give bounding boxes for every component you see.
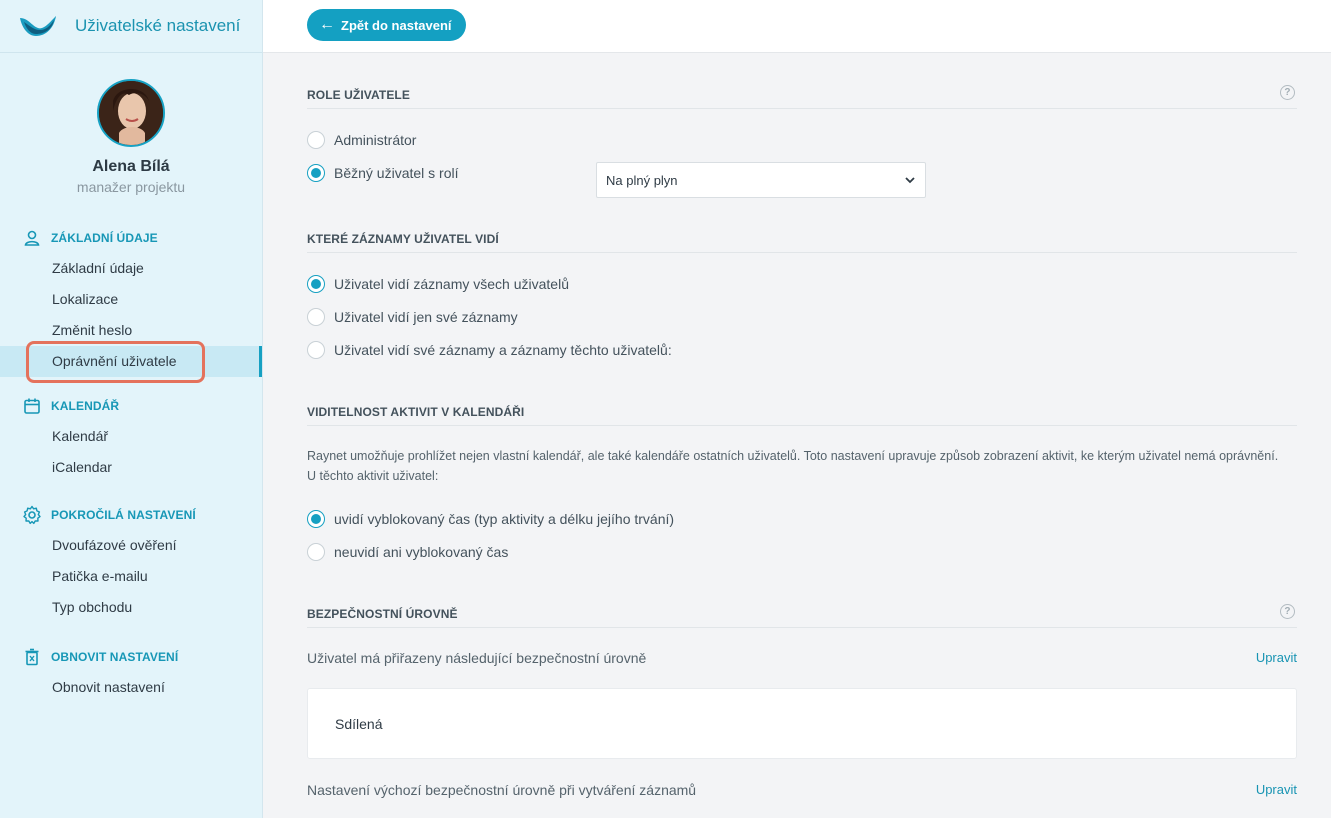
radio-button[interactable]	[307, 542, 325, 561]
sidebar-item-kalendar[interactable]: Kalendář	[0, 421, 262, 452]
sidebar-item-obnovit-nastaveni[interactable]: Obnovit nastavení	[0, 672, 262, 703]
nav-head-label: OBNOVIT NASTAVENÍ	[51, 650, 179, 664]
section-visibility: KTERÉ ZÁZNAMY UŽIVATEL VIDÍ	[307, 232, 1297, 253]
security-level-value: Sdílená	[335, 715, 383, 732]
security-title-text: BEZPEČNOSTNÍ ÚROVNĚ	[307, 607, 458, 621]
role-select[interactable]: Na plný plyn	[596, 162, 926, 198]
section-title-security: BEZPEČNOSTNÍ ÚROVNĚ ?	[307, 604, 1297, 628]
trash-icon	[22, 647, 42, 667]
avatar-image	[99, 81, 163, 145]
back-button-label: Zpět do nastavení	[341, 17, 452, 33]
user-profile: Alena Bílá manažer projektu	[0, 79, 262, 195]
section-roles: ROLE UŽIVATELE ?	[307, 85, 1297, 109]
nav-head-reset: OBNOVIT NASTAVENÍ	[0, 646, 262, 668]
calendar-icon	[22, 396, 42, 416]
role-select-value: Na plný plyn	[606, 172, 678, 188]
raynet-logo	[20, 16, 56, 36]
visibility-option-own[interactable]: Uživatel vidí jen své záznamy	[307, 300, 672, 333]
radio-label: Uživatel vidí jen své záznamy	[334, 308, 518, 325]
calendar-option-blocked-time[interactable]: uvidí vyblokovaný čas (typ aktivity a dé…	[307, 502, 674, 535]
avatar[interactable]	[97, 79, 165, 147]
edit-default-security-link[interactable]: Upravit	[1256, 782, 1297, 798]
profile-role: manažer projektu	[76, 179, 186, 195]
calendar-description: Raynet umožňuje prohlížet nejen vlastní …	[307, 449, 1279, 483]
calendar-options: uvidí vyblokovaný čas (typ aktivity a dé…	[307, 502, 674, 568]
security-default-row: Nastavení výchozí bezpečnostní úrovně př…	[307, 782, 1297, 798]
profile-name: Alena Bílá	[92, 158, 170, 175]
radio-label: Uživatel vidí své záznamy a záznamy těch…	[334, 341, 672, 358]
visibility-option-own-and-users[interactable]: Uživatel vidí své záznamy a záznamy těch…	[307, 333, 672, 366]
sidebar-item-dvoufazove-overeni[interactable]: Dvoufázové ověření	[0, 530, 262, 561]
nav-head-label: KALENDÁŘ	[51, 399, 120, 413]
security-assigned-label: Uživatel má přiřazeny následující bezpeč…	[307, 650, 647, 666]
roles-title-text: ROLE UŽIVATELE	[307, 88, 410, 102]
radio-button-selected[interactable]	[307, 274, 325, 293]
sidebar-title: Uživatelské nastavení	[75, 16, 241, 35]
radio-label: Běžný uživatel s rolí	[334, 164, 459, 181]
visibility-option-all[interactable]: Uživatel vidí záznamy všech uživatelů	[307, 267, 672, 300]
help-icon[interactable]: ?	[1280, 85, 1295, 100]
sidebar-header: Uživatelské nastavení	[0, 0, 262, 53]
sidebar-item-paticka-emailu[interactable]: Patička e-mailu	[0, 561, 262, 592]
nav-head-calendar: KALENDÁŘ	[0, 395, 262, 417]
radio-button[interactable]	[307, 307, 325, 326]
nav-head-label: ZÁKLADNÍ ÚDAJE	[51, 231, 158, 245]
chevron-down-icon	[905, 177, 915, 184]
nav-head-label: POKROČILÁ NASTAVENÍ	[51, 508, 196, 522]
radio-label: Administrátor	[334, 131, 417, 148]
security-default-label: Nastavení výchozí bezpečnostní úrovně př…	[307, 782, 697, 798]
active-item-highlight	[26, 341, 205, 383]
help-icon[interactable]: ?	[1280, 604, 1295, 619]
section-security: BEZPEČNOSTNÍ ÚROVNĚ ?	[307, 604, 1297, 628]
gear-icon	[22, 505, 42, 525]
radio-button[interactable]	[307, 340, 325, 359]
sidebar: Uživatelské nastavení Alena Bílá manažer…	[0, 0, 263, 818]
user-icon	[22, 228, 42, 248]
radio-label: Uživatel vidí záznamy všech uživatelů	[334, 275, 569, 292]
section-title-calendar: VIDITELNOST AKTIVIT V KALENDÁŘI	[307, 405, 1297, 426]
calendar-option-nothing[interactable]: neuvidí ani vyblokovaný čas	[307, 535, 674, 568]
sidebar-item-zakladni-udaje[interactable]: Základní údaje	[0, 253, 262, 284]
radio-button[interactable]	[307, 130, 325, 149]
security-level-card: Sdílená	[307, 688, 1297, 759]
section-title-roles: ROLE UŽIVATELE ?	[307, 85, 1297, 109]
sidebar-item-lokalizace[interactable]: Lokalizace	[0, 284, 262, 315]
role-option-regular[interactable]: Běžný uživatel s rolí	[307, 156, 459, 189]
radio-label: uvidí vyblokovaný čas (typ aktivity a dé…	[334, 510, 675, 527]
radio-label: neuvidí ani vyblokovaný čas	[334, 543, 509, 560]
back-to-settings-button[interactable]: ← Zpět do nastavení	[307, 9, 466, 41]
sidebar-item-typ-obchodu[interactable]: Typ obchodu	[0, 592, 262, 623]
visibility-options: Uživatel vidí záznamy všech uživatelů Už…	[307, 267, 672, 366]
nav-head-advanced: POKROČILÁ NASTAVENÍ	[0, 504, 262, 526]
sidebar-item-icalendar[interactable]: iCalendar	[0, 452, 262, 483]
radio-button-selected[interactable]	[307, 163, 325, 182]
topbar: ← Zpět do nastavení	[263, 0, 1331, 53]
nav-section-reset: OBNOVIT NASTAVENÍ Obnovit nastavení	[0, 646, 262, 703]
section-title-visibility: KTERÉ ZÁZNAMY UŽIVATEL VIDÍ	[307, 232, 1297, 253]
section-calendar: VIDITELNOST AKTIVIT V KALENDÁŘI	[307, 405, 1297, 426]
edit-security-link[interactable]: Upravit	[1256, 650, 1297, 666]
nav-section-advanced: POKROČILÁ NASTAVENÍ Dvoufázové ověření P…	[0, 504, 262, 623]
arrow-left-icon: ←	[319, 16, 335, 33]
nav-section-calendar: KALENDÁŘ Kalendář iCalendar	[0, 395, 262, 483]
security-assigned-row: Uživatel má přiřazeny následující bezpeč…	[307, 650, 1297, 666]
radio-button-selected[interactable]	[307, 509, 325, 528]
nav-head-basic: ZÁKLADNÍ ÚDAJE	[0, 227, 262, 249]
role-option-admin[interactable]: Administrátor	[307, 123, 459, 156]
roles-options: Administrátor Běžný uživatel s rolí	[307, 123, 459, 189]
